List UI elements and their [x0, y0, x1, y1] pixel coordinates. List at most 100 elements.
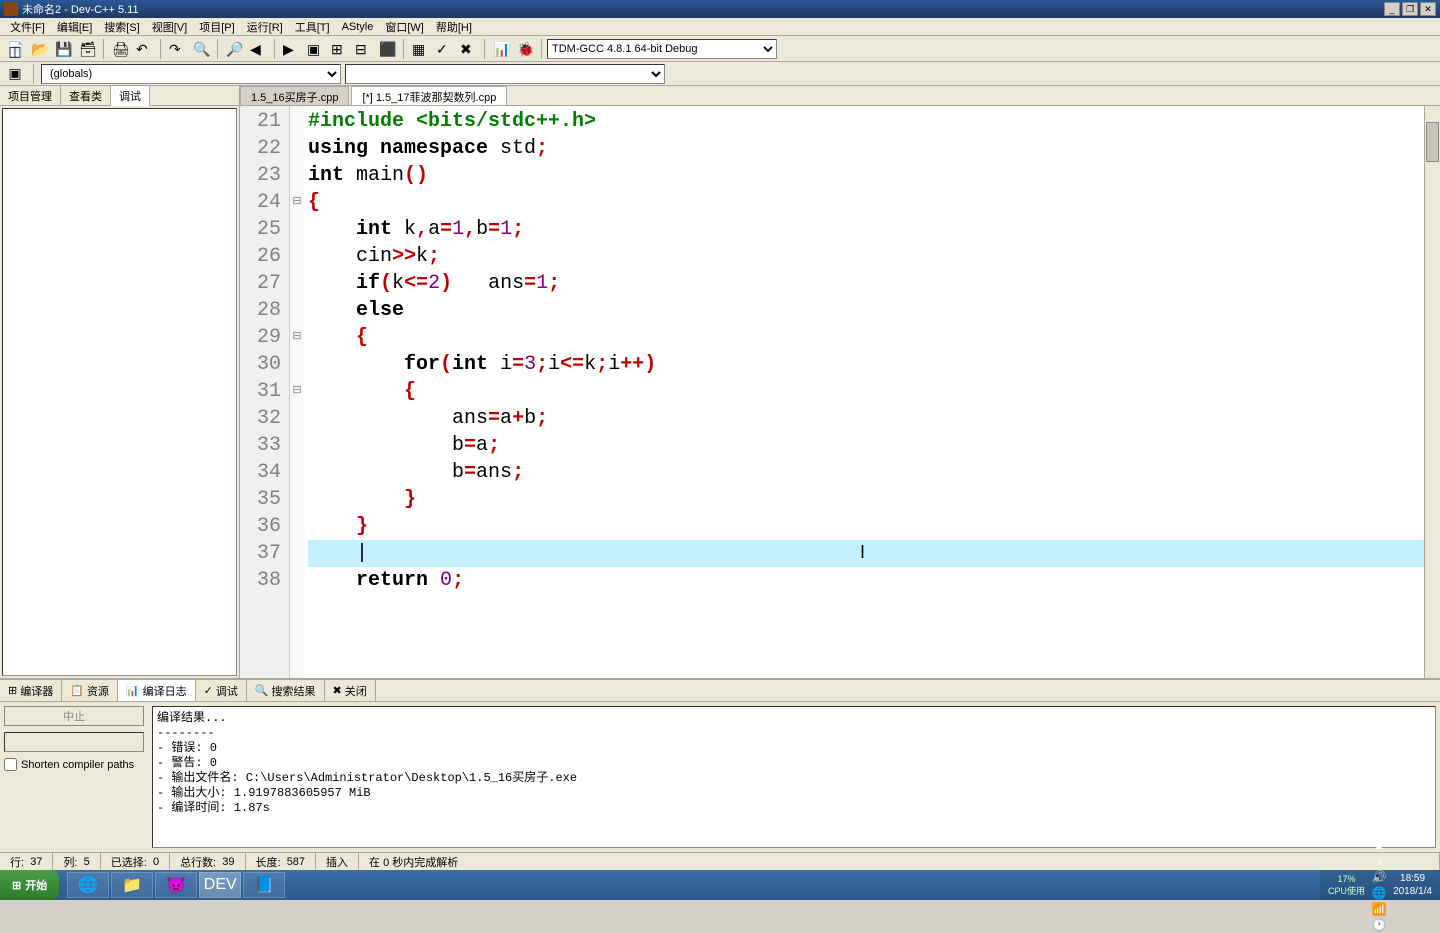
- output-tab-5[interactable]: ✖关闭: [325, 680, 376, 701]
- member-select[interactable]: [345, 64, 665, 84]
- code-line[interactable]: int k,a=1,b=1;: [308, 216, 1440, 243]
- menu-搜索[S][interactable]: 搜索[S]: [98, 19, 145, 35]
- tray-icon-4[interactable]: 📶: [1371, 901, 1387, 917]
- left-panel-content[interactable]: [2, 108, 237, 676]
- line-number: 35: [240, 486, 281, 513]
- editor-tab-1[interactable]: [*] 1.5_17菲波那契数列.cpp: [351, 86, 507, 105]
- menu-帮助[H][interactable]: 帮助[H]: [430, 19, 478, 35]
- taskbar-app-1[interactable]: 📁: [111, 872, 153, 898]
- scrollbar-thumb[interactable]: [1426, 122, 1439, 162]
- toolbar-btn-17[interactable]: ✖: [457, 38, 479, 60]
- tray-icon-1[interactable]: ♪: [1371, 853, 1387, 869]
- toolbar-btn-7[interactable]: 🔍: [190, 38, 212, 60]
- toolbar-btn-1[interactable]: 📂: [28, 38, 50, 60]
- menu-窗口[W][interactable]: 窗口[W]: [379, 19, 430, 35]
- toolbar-btn-4[interactable]: 🖨: [109, 38, 131, 60]
- code-line[interactable]: }: [308, 486, 1440, 513]
- toolbar-btn-18[interactable]: 📊: [490, 38, 512, 60]
- menu-视图[V][interactable]: 视图[V]: [146, 19, 193, 35]
- fold-marker: [290, 405, 304, 432]
- toolbar-btn-5[interactable]: ↶: [133, 38, 155, 60]
- code-line[interactable]: b=a;: [308, 432, 1440, 459]
- code-line[interactable]: |: [308, 540, 1440, 567]
- code-line[interactable]: return 0;: [308, 567, 1440, 594]
- toolbar-btn-10[interactable]: ▶: [280, 38, 302, 60]
- taskbar-clock[interactable]: 18:592018/1/4: [1393, 872, 1432, 898]
- fold-marker[interactable]: ⊟: [290, 189, 304, 216]
- editor-body[interactable]: 212223242526272829303132333435363738 ⊟⊟⊟…: [240, 106, 1440, 678]
- taskbar-app-4[interactable]: 📘: [243, 872, 285, 898]
- vertical-scrollbar[interactable]: [1424, 106, 1440, 678]
- output-tab-3[interactable]: ✓调试: [196, 680, 247, 701]
- code-content[interactable]: #include <bits/stdc++.h>using namespace …: [304, 106, 1440, 678]
- shorten-paths-input[interactable]: [4, 758, 17, 771]
- code-line[interactable]: {: [308, 189, 1440, 216]
- menu-项目[P][interactable]: 项目[P]: [193, 19, 240, 35]
- editor-tab-0[interactable]: 1.5_16买房子.cpp: [240, 86, 349, 105]
- abort-button[interactable]: 中止: [4, 706, 144, 726]
- toolbar-btn-3[interactable]: 🗃: [76, 38, 98, 60]
- fold-marker: [290, 216, 304, 243]
- compiler-profile-select[interactable]: TDM-GCC 4.8.1 64-bit Debug: [547, 39, 777, 59]
- shorten-paths-checkbox[interactable]: Shorten compiler paths: [4, 758, 144, 771]
- code-line[interactable]: ans=a+b;: [308, 405, 1440, 432]
- left-tab-1[interactable]: 查看类: [61, 86, 111, 105]
- code-line[interactable]: else: [308, 297, 1440, 324]
- compile-output[interactable]: 编译结果... -------- - 错误: 0 - 警告: 0 - 输出文件名…: [152, 706, 1436, 848]
- toolbar-btn-12[interactable]: ⊞: [328, 38, 350, 60]
- code-line[interactable]: {: [308, 324, 1440, 351]
- output-tab-2[interactable]: 📊编译日志: [118, 680, 196, 701]
- menu-编辑[E][interactable]: 编辑[E]: [51, 19, 98, 35]
- code-line[interactable]: int main(): [308, 162, 1440, 189]
- menu-文件[F][interactable]: 文件[F]: [4, 19, 51, 35]
- toolbar-icon: ✓: [436, 41, 452, 57]
- toolbar-btn-8[interactable]: 🔎: [223, 38, 245, 60]
- taskbar-app-0[interactable]: 🌐: [67, 872, 109, 898]
- menu-运行[R][interactable]: 运行[R]: [241, 19, 289, 35]
- toolbar2-btn-1[interactable]: ▣: [4, 63, 26, 85]
- toolbar-btn-16[interactable]: ✓: [433, 38, 455, 60]
- output-tab-4[interactable]: 🔍搜索结果: [247, 680, 325, 701]
- taskbar-app-2[interactable]: 😈: [155, 872, 197, 898]
- close-button[interactable]: ✕: [1420, 2, 1436, 16]
- maximize-button[interactable]: ❐: [1402, 2, 1418, 16]
- minimize-button[interactable]: _: [1384, 2, 1400, 16]
- toolbar-btn-15[interactable]: ▦: [409, 38, 431, 60]
- left-tab-2[interactable]: 调试: [111, 86, 150, 106]
- fold-marker[interactable]: ⊟: [290, 378, 304, 405]
- output-tab-1[interactable]: 📋资源: [62, 680, 118, 701]
- toolbar-btn-2[interactable]: 💾: [52, 38, 74, 60]
- menu-AStyle[interactable]: AStyle: [336, 21, 380, 33]
- start-button[interactable]: ⊞ 开始: [0, 870, 59, 900]
- toolbar-btn-9[interactable]: ◀: [247, 38, 269, 60]
- toolbar-btn-19[interactable]: 🐞: [514, 38, 536, 60]
- fold-marker: [290, 432, 304, 459]
- code-line[interactable]: b=ans;: [308, 459, 1440, 486]
- status-parse: 在 0 秒内完成解析: [359, 853, 1440, 870]
- tab-icon: ✓: [204, 684, 213, 697]
- fold-column[interactable]: ⊟ ⊟ ⊟: [290, 106, 304, 678]
- code-line[interactable]: #include <bits/stdc++.h>: [308, 108, 1440, 135]
- tray-icon-5[interactable]: 🕐: [1371, 917, 1387, 933]
- code-line[interactable]: if(k<=2) ans=1;: [308, 270, 1440, 297]
- cpu-meter[interactable]: 17%CPU使用: [1328, 874, 1365, 897]
- tray-icon-2[interactable]: 🔊: [1371, 869, 1387, 885]
- left-tab-0[interactable]: 项目管理: [0, 86, 61, 105]
- code-line[interactable]: {: [308, 378, 1440, 405]
- toolbar-btn-6[interactable]: ↷: [166, 38, 188, 60]
- toolbar-btn-13[interactable]: ⊟: [352, 38, 374, 60]
- toolbar-btn-14[interactable]: ⬛: [376, 38, 398, 60]
- code-line[interactable]: using namespace std;: [308, 135, 1440, 162]
- taskbar-app-3[interactable]: DEV: [199, 872, 241, 898]
- scope-select[interactable]: (globals): [41, 64, 341, 84]
- tray-icon-3[interactable]: 🌐: [1371, 885, 1387, 901]
- toolbar2-btn-0[interactable]: ◫: [4, 41, 26, 63]
- output-tab-0[interactable]: ⊞编译器: [0, 680, 62, 701]
- toolbar-btn-11[interactable]: ▣: [304, 38, 326, 60]
- menu-工具[T][interactable]: 工具[T]: [289, 19, 336, 35]
- code-line[interactable]: }: [308, 513, 1440, 540]
- code-line[interactable]: cin>>k;: [308, 243, 1440, 270]
- code-line[interactable]: for(int i=3;i<=k;i++): [308, 351, 1440, 378]
- tray-icon-0[interactable]: ▲: [1371, 837, 1387, 853]
- fold-marker[interactable]: ⊟: [290, 324, 304, 351]
